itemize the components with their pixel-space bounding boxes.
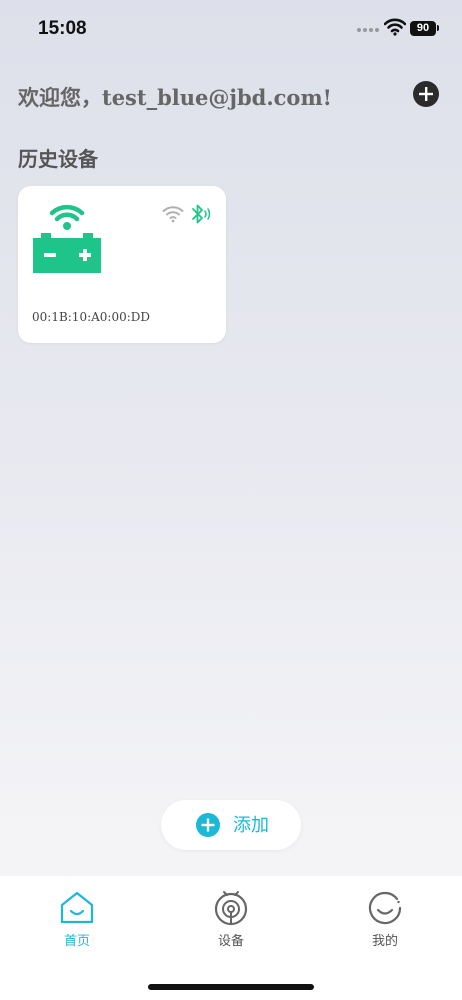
plus-icon [419, 87, 433, 101]
status-time: 15:08 [38, 18, 87, 39]
nav-label-device: 设备 [217, 934, 244, 949]
device-card[interactable]: 00:1B:10:A0:00:DD [18, 186, 226, 343]
bottom-nav: 首页 设备 我的 [0, 876, 462, 1000]
bluetooth-icon [192, 204, 211, 224]
battery-wifi-icon [33, 204, 101, 273]
nav-item-device[interactable]: 设备 [191, 890, 271, 950]
home-indicator [148, 984, 314, 990]
profile-icon [368, 891, 402, 925]
nav-label-home: 首页 [63, 934, 90, 949]
plus-circle-icon [196, 813, 220, 837]
battery-indicator: 90 [410, 21, 436, 36]
device-icon [214, 891, 248, 926]
wifi-status-icon [384, 18, 406, 36]
nav-item-profile[interactable]: 我的 [345, 890, 425, 950]
add-button-label: 添加 [233, 815, 269, 835]
home-icon [60, 891, 94, 924]
welcome-text: 欢迎您，test_blue@jbd.com! [18, 85, 332, 110]
status-bar: 15:08 90 [0, 0, 462, 58]
signal-dots-icon [357, 28, 379, 32]
section-title-history: 历史设备 [18, 147, 98, 171]
nav-item-home[interactable]: 首页 [37, 890, 117, 950]
add-button[interactable]: 添加 [161, 800, 301, 850]
battery-cap [437, 25, 439, 31]
device-mac-address: 00:1B:10:A0:00:DD [32, 310, 151, 324]
wifi-icon [162, 206, 184, 223]
add-device-button[interactable] [413, 81, 439, 107]
nav-label-profile: 我的 [371, 934, 398, 949]
